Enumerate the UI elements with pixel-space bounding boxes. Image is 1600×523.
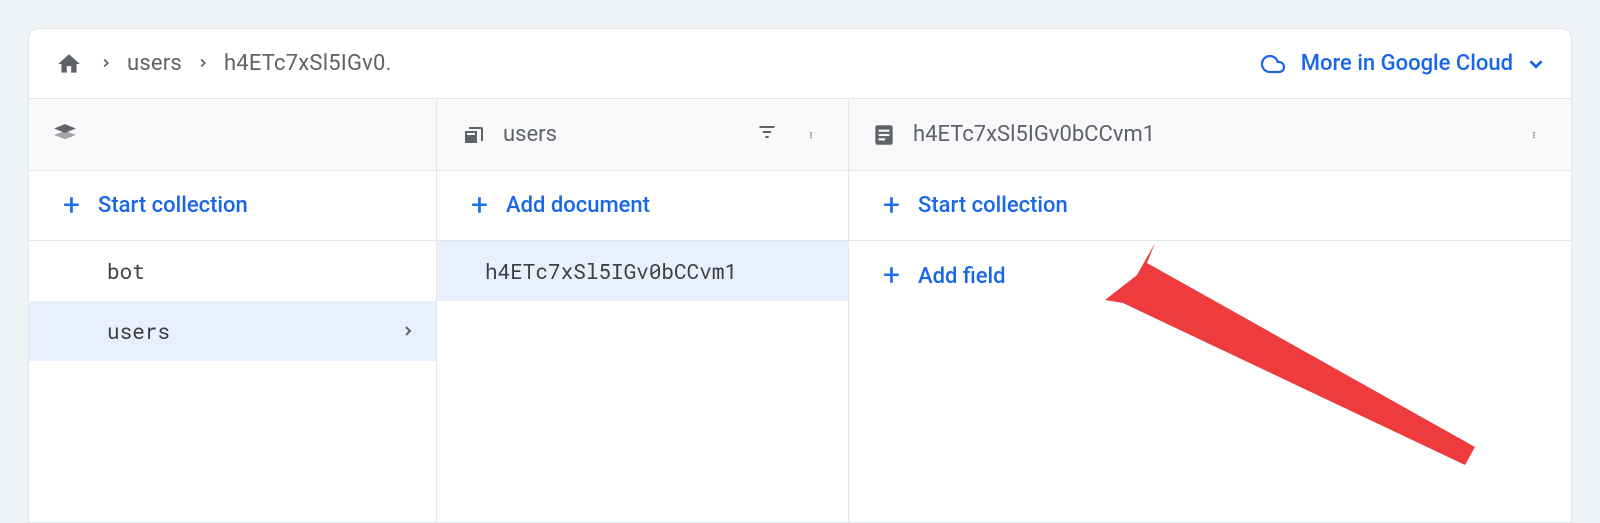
collection-item[interactable]: bot — [29, 241, 436, 301]
breadcrumb-item[interactable]: users — [127, 51, 182, 76]
breadcrumb-item[interactable]: h4ETc7xSl5IGv0. — [224, 51, 392, 76]
root-column: + Start collection bot users — [29, 99, 437, 522]
chevron-down-icon — [1525, 53, 1547, 75]
plus-icon: + — [883, 191, 900, 221]
collection-column: users + Add document h4ETc7xSl5IGv0bCCvm… — [437, 99, 849, 522]
plus-icon: + — [63, 191, 80, 221]
firestore-panel: users h4ETc7xSl5IGv0. More in Google Clo… — [28, 28, 1572, 523]
collections-list: bot users — [29, 241, 436, 361]
action-label: Add document — [506, 193, 650, 218]
action-label: Start collection — [918, 193, 1068, 218]
action-label: Start collection — [98, 193, 248, 218]
start-subcollection-button[interactable]: + Start collection — [849, 171, 1571, 241]
home-icon[interactable] — [53, 50, 85, 78]
document-id: h4ETc7xSl5IGv0bCCvm1 — [485, 257, 737, 285]
kebab-menu-icon[interactable] — [1519, 123, 1549, 147]
document-column-header: h4ETc7xSl5IGv0bCCvm1 — [849, 99, 1571, 171]
add-document-button[interactable]: + Add document — [437, 171, 848, 241]
collection-item[interactable]: users — [29, 301, 436, 361]
documents-list: h4ETc7xSl5IGv0bCCvm1 — [437, 241, 848, 301]
add-field-button[interactable]: + Add field — [849, 241, 1571, 311]
breadcrumb: users h4ETc7xSl5IGv0. — [53, 50, 392, 78]
document-column: h4ETc7xSl5IGv0bCCvm1 + Start collection … — [849, 99, 1571, 522]
chevron-right-icon — [190, 51, 216, 76]
plus-icon: + — [471, 191, 488, 221]
root-column-header — [29, 99, 436, 171]
collection-name: users — [107, 317, 170, 345]
cloud-icon — [1257, 52, 1289, 76]
collection-icon — [459, 123, 487, 147]
database-root-icon — [51, 122, 79, 148]
document-item[interactable]: h4ETc7xSl5IGv0bCCvm1 — [437, 241, 848, 301]
collection-name: bot — [107, 257, 145, 285]
plus-icon: + — [883, 261, 900, 291]
columns: + Start collection bot users — [29, 99, 1571, 522]
chevron-right-icon — [400, 323, 416, 339]
topbar: users h4ETc7xSl5IGv0. More in Google Clo… — [29, 29, 1571, 99]
kebab-menu-icon[interactable] — [796, 123, 826, 147]
start-collection-button[interactable]: + Start collection — [29, 171, 436, 241]
cloud-link-label: More in Google Cloud — [1301, 51, 1513, 76]
document-title: h4ETc7xSl5IGv0bCCvm1 — [913, 122, 1155, 147]
filter-icon[interactable] — [754, 122, 780, 148]
chevron-right-icon — [93, 51, 119, 76]
more-in-google-cloud-link[interactable]: More in Google Cloud — [1257, 51, 1547, 76]
collection-title: users — [503, 122, 557, 147]
collection-column-header: users — [437, 99, 848, 171]
action-label: Add field — [918, 264, 1006, 289]
document-icon — [871, 122, 897, 148]
